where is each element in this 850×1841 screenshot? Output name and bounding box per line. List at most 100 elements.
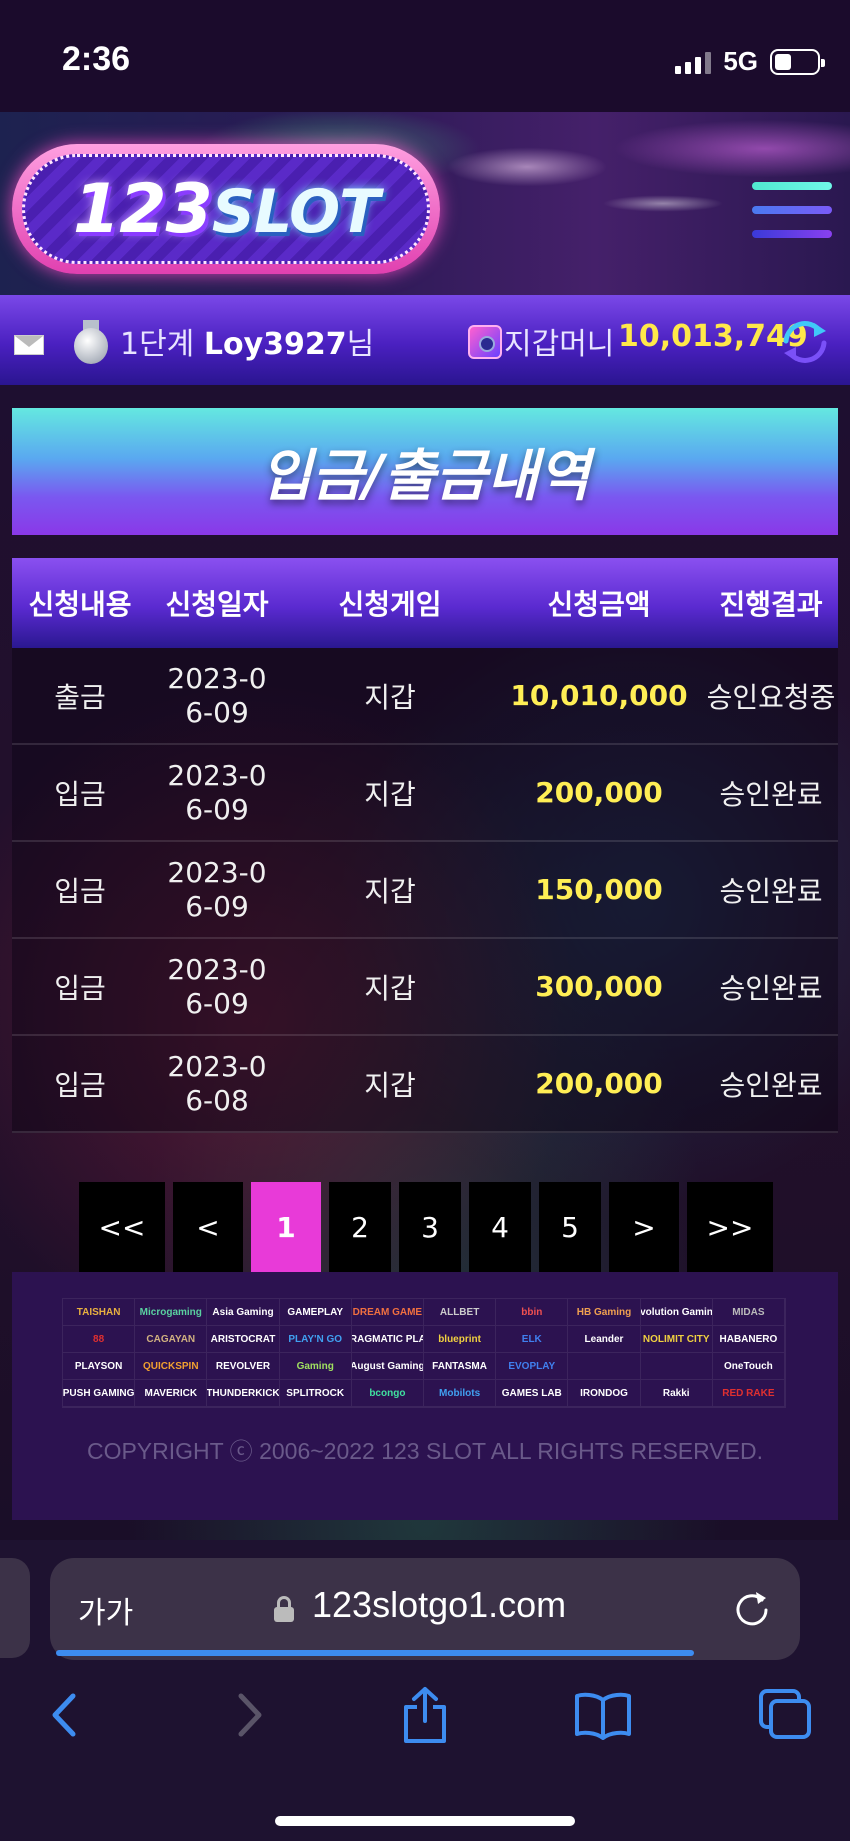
page-title: 입금/출금내역	[260, 444, 590, 509]
provider-logo: Rakki	[640, 1380, 713, 1407]
logo-word: SLOT	[211, 176, 380, 247]
table-row: 입금 2023-06-09 지갑 200,000 승인완료	[12, 745, 838, 842]
provider-logo: ELK	[496, 1326, 569, 1353]
site-header: 123SLOT	[0, 112, 850, 295]
cell-date: 2023-06-09	[167, 661, 267, 729]
address-bar[interactable]: 가가 123slotgo1.com	[50, 1558, 800, 1660]
user-info-bar: 1단계 Loy3927님 지갑머니 10,013,749	[0, 295, 850, 385]
provider-logo: 88	[63, 1326, 136, 1353]
hamburger-menu-icon[interactable]	[752, 182, 832, 244]
provider-logo: RED RAKE	[712, 1380, 785, 1407]
table-header: 신청내용 신청일자 신청게임 신청금액 진행결과	[12, 558, 838, 648]
site-footer: TAISHAN Microgaming Asia Gaming GAMEPLAY…	[12, 1272, 838, 1520]
logo-number: 123	[72, 169, 213, 249]
site-logo[interactable]: 123SLOT	[12, 144, 440, 274]
cell-type: 입금	[54, 971, 106, 1005]
provider-logo	[568, 1353, 641, 1380]
wallet-label: 지갑머니	[504, 327, 615, 362]
cell-game: 지갑	[364, 777, 416, 811]
header-date: 신청일자	[165, 588, 269, 621]
page-button-1[interactable]: 1	[251, 1182, 321, 1272]
cell-type: 출금	[54, 680, 106, 714]
provider-logo: Microgaming	[135, 1299, 208, 1326]
cell-amount: 10,010,000	[510, 679, 688, 712]
provider-logo: Asia Gaming	[207, 1299, 280, 1326]
provider-logo: PUSH GAMING	[63, 1380, 136, 1407]
table-row: 입금 2023-06-08 지갑 200,000 승인완료	[12, 1036, 838, 1133]
page-load-progress	[56, 1650, 694, 1656]
provider-logo: bbin	[496, 1299, 569, 1326]
cell-result: 승인요청중	[706, 680, 836, 714]
provider-logo: NOLIMIT CITY	[640, 1326, 713, 1353]
bookmarks-icon[interactable]	[568, 1680, 638, 1750]
cell-type: 입금	[54, 1068, 106, 1102]
provider-logo: REVOLVER	[207, 1353, 280, 1380]
provider-logo: GAMES LAB	[496, 1380, 569, 1407]
provider-logo: SPLITROCK	[279, 1380, 352, 1407]
page-button-5[interactable]: 5	[539, 1182, 601, 1272]
cell-date: 2023-06-08	[167, 1049, 267, 1117]
table-row: 입금 2023-06-09 지갑 300,000 승인완료	[12, 939, 838, 1036]
provider-logo	[640, 1353, 713, 1380]
signal-icon	[675, 50, 712, 74]
header-type: 신청내용	[28, 588, 132, 621]
next-page-button[interactable]: >	[609, 1182, 679, 1272]
provider-logos: TAISHAN Microgaming Asia Gaming GAMEPLAY…	[62, 1298, 786, 1408]
back-icon[interactable]	[30, 1680, 100, 1750]
previous-tab-peek[interactable]	[0, 1558, 30, 1658]
cell-date: 2023-06-09	[167, 758, 267, 826]
provider-logo: Leander	[568, 1326, 641, 1353]
home-indicator	[275, 1816, 575, 1826]
page-button-4[interactable]: 4	[469, 1182, 531, 1272]
share-icon[interactable]	[390, 1680, 460, 1750]
cell-game: 지갑	[364, 680, 416, 714]
username-suffix: 님	[346, 327, 375, 362]
provider-logo: PLAY'N GO	[279, 1326, 352, 1353]
first-page-button[interactable]: <<	[79, 1182, 165, 1272]
cell-date: 2023-06-09	[167, 952, 267, 1020]
provider-logo: PRAGMATIC PLAY	[351, 1326, 424, 1353]
browser-chrome: 가가 123slotgo1.com	[0, 1540, 850, 1841]
copyright-text: COPYRIGHT ⓒ 2006~2022 123 SLOT ALL RIGHT…	[86, 1438, 764, 1464]
provider-logo: MAVERICK	[135, 1380, 208, 1407]
cell-type: 입금	[54, 777, 106, 811]
page-button-3[interactable]: 3	[399, 1182, 461, 1272]
provider-logo: ALLBET	[423, 1299, 497, 1326]
level-medal-icon	[72, 320, 110, 364]
prev-page-button[interactable]: <	[173, 1182, 243, 1272]
network-type: 5G	[723, 46, 758, 76]
provider-logo: TAISHAN	[63, 1299, 136, 1326]
provider-logo: QUICKSPIN	[135, 1353, 208, 1380]
last-page-button[interactable]: >>	[687, 1182, 773, 1272]
reload-icon[interactable]	[732, 1588, 772, 1628]
provider-logo: DREAM GAME	[351, 1299, 424, 1326]
provider-logo: August Gaming	[351, 1353, 424, 1380]
username: Loy3927	[203, 327, 347, 362]
table-row: 입금 2023-06-09 지갑 150,000 승인완료	[12, 842, 838, 939]
provider-logo: CAGAYAN	[135, 1326, 208, 1353]
provider-logo: blueprint	[423, 1326, 497, 1353]
user-level-name: 1단계 Loy3927님	[120, 319, 374, 363]
browser-toolbar	[0, 1680, 850, 1780]
status-bar: 2:36 5G	[0, 0, 850, 112]
mail-icon[interactable]	[14, 335, 44, 355]
tabs-icon[interactable]	[750, 1680, 820, 1750]
text-size-button[interactable]: 가가	[78, 1588, 133, 1632]
refresh-icon[interactable]	[778, 317, 832, 367]
transaction-table: 신청내용 신청일자 신청게임 신청금액 진행결과 출금 2023-06-09 지…	[12, 558, 838, 1133]
page-button-2[interactable]: 2	[329, 1182, 391, 1272]
provider-logo: HABANERO	[712, 1326, 785, 1353]
provider-logo: Evolution Gaming	[640, 1299, 713, 1326]
provider-logo: PLAYSON	[63, 1353, 136, 1380]
cell-amount: 150,000	[535, 873, 663, 906]
cell-game: 지갑	[364, 874, 416, 908]
url-text[interactable]: 123slotgo1.com	[312, 1584, 566, 1626]
cell-game: 지갑	[364, 971, 416, 1005]
provider-logo: OneTouch	[712, 1353, 785, 1380]
cell-result: 승인완료	[719, 971, 823, 1005]
forward-icon[interactable]	[214, 1680, 284, 1750]
cell-amount: 200,000	[535, 776, 663, 809]
header-amount: 신청금액	[547, 588, 651, 621]
provider-logo: ARISTOCRAT	[207, 1326, 280, 1353]
pagination: << < 1 2 3 4 5 > >>	[79, 1182, 773, 1272]
